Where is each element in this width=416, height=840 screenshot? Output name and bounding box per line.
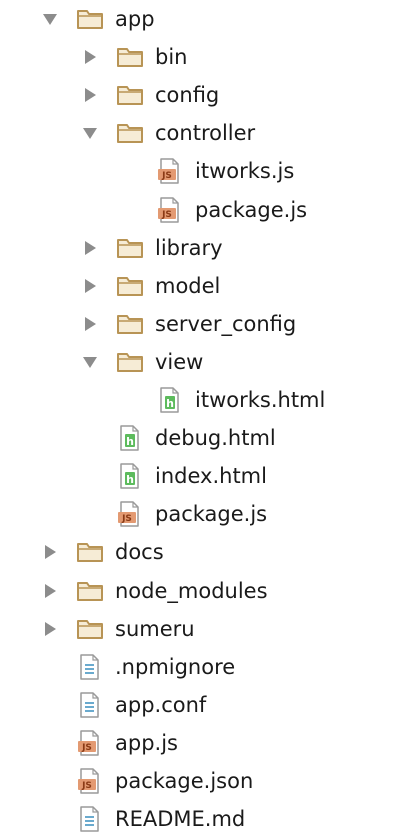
chevron-down-icon[interactable] — [40, 9, 60, 29]
tree-item-label: package.js — [155, 502, 268, 527]
tree-item-label: index.html — [155, 464, 267, 489]
tree-file-row[interactable]: JS app.js — [0, 724, 416, 762]
folder-icon — [116, 272, 144, 300]
tree-item-label: sumeru — [115, 616, 195, 641]
chevron-right-icon[interactable] — [80, 238, 100, 258]
svg-text:JS: JS — [81, 743, 92, 753]
tree-file-row[interactable]: h debug.html — [0, 419, 416, 457]
tree-item-label: .npmignore — [115, 654, 236, 679]
svg-text:h: h — [166, 397, 174, 410]
chevron-right-icon[interactable] — [80, 47, 100, 67]
svg-text:JS: JS — [81, 781, 92, 791]
folder-icon — [76, 615, 104, 643]
svg-text:h: h — [126, 435, 134, 448]
folder-icon — [116, 348, 144, 376]
tree-item-label: debug.html — [155, 426, 276, 451]
tree-item-label: app.js — [115, 730, 178, 755]
tree-item-label: config — [155, 83, 220, 108]
tree-item-label: controller — [155, 121, 256, 146]
tree-file-row[interactable]: h index.html — [0, 457, 416, 495]
tree-folder-row[interactable]: app — [0, 0, 416, 38]
tree-file-row[interactable]: JS package.json — [0, 762, 416, 800]
js-file-icon: JS — [156, 157, 184, 185]
tree-folder-row[interactable]: controller — [0, 114, 416, 152]
folder-icon — [116, 119, 144, 147]
tree-file-row[interactable]: h itworks.html — [0, 381, 416, 419]
chevron-down-icon[interactable] — [80, 352, 100, 372]
chevron-right-icon[interactable] — [80, 276, 100, 296]
tree-item-label: app — [115, 7, 155, 31]
tree-folder-row[interactable]: sumeru — [0, 610, 416, 648]
html-file-icon: h — [156, 386, 184, 414]
tree-file-row[interactable]: JS package.js — [0, 191, 416, 229]
folder-icon — [116, 310, 144, 338]
folder-icon — [76, 577, 104, 605]
html-file-icon: h — [116, 424, 144, 452]
tree-folder-row[interactable]: docs — [0, 533, 416, 571]
folder-icon — [116, 43, 144, 71]
tree-item-label: view — [155, 349, 204, 374]
tree-item-label: bin — [155, 45, 188, 70]
tree-folder-row[interactable]: model — [0, 267, 416, 305]
text-file-icon — [76, 691, 104, 719]
folder-icon — [116, 81, 144, 109]
folder-icon — [116, 234, 144, 262]
svg-text:JS: JS — [161, 171, 172, 181]
text-file-icon — [76, 653, 104, 681]
chevron-right-icon[interactable] — [40, 542, 60, 562]
tree-item-label: itworks.js — [195, 159, 295, 184]
js-file-icon: JS — [76, 729, 104, 757]
tree-file-row[interactable]: app.conf — [0, 686, 416, 724]
tree-item-label: README.md — [115, 807, 246, 832]
chevron-right-icon[interactable] — [40, 619, 60, 639]
tree-item-label: app.conf — [115, 692, 207, 717]
tree-file-row[interactable]: JS package.js — [0, 495, 416, 533]
tree-item-label: itworks.html — [195, 388, 326, 412]
chevron-right-icon[interactable] — [80, 85, 100, 105]
js-file-icon: JS — [156, 196, 184, 224]
tree-folder-row[interactable]: config — [0, 76, 416, 114]
tree-item-label: model — [155, 273, 221, 298]
svg-text:JS: JS — [161, 210, 172, 220]
tree-folder-row[interactable]: library — [0, 229, 416, 267]
folder-icon — [76, 538, 104, 566]
js-file-icon: JS — [116, 500, 144, 528]
tree-folder-row[interactable]: view — [0, 343, 416, 381]
tree-item-label: package.json — [115, 769, 254, 793]
folder-icon — [76, 5, 104, 33]
html-file-icon: h — [116, 462, 144, 490]
tree-folder-row[interactable]: bin — [0, 38, 416, 76]
tree-item-label: library — [155, 235, 223, 260]
tree-folder-row[interactable]: server_config — [0, 305, 416, 343]
tree-item-label: node_modules — [115, 578, 268, 603]
svg-text:JS: JS — [121, 514, 132, 524]
chevron-right-icon[interactable] — [80, 314, 100, 334]
chevron-down-icon[interactable] — [80, 123, 100, 143]
tree-item-label: server_config — [155, 311, 297, 336]
text-file-icon — [76, 805, 104, 833]
tree-file-row[interactable]: README.md — [0, 800, 416, 838]
tree-file-row[interactable]: JS itworks.js — [0, 152, 416, 190]
js-file-icon: JS — [76, 767, 104, 795]
tree-item-label: docs — [115, 540, 164, 565]
tree-file-row[interactable]: .npmignore — [0, 648, 416, 686]
tree-item-label: package.js — [195, 197, 308, 222]
svg-text:h: h — [126, 473, 134, 486]
tree-folder-row[interactable]: node_modules — [0, 572, 416, 610]
chevron-right-icon[interactable] — [40, 581, 60, 601]
